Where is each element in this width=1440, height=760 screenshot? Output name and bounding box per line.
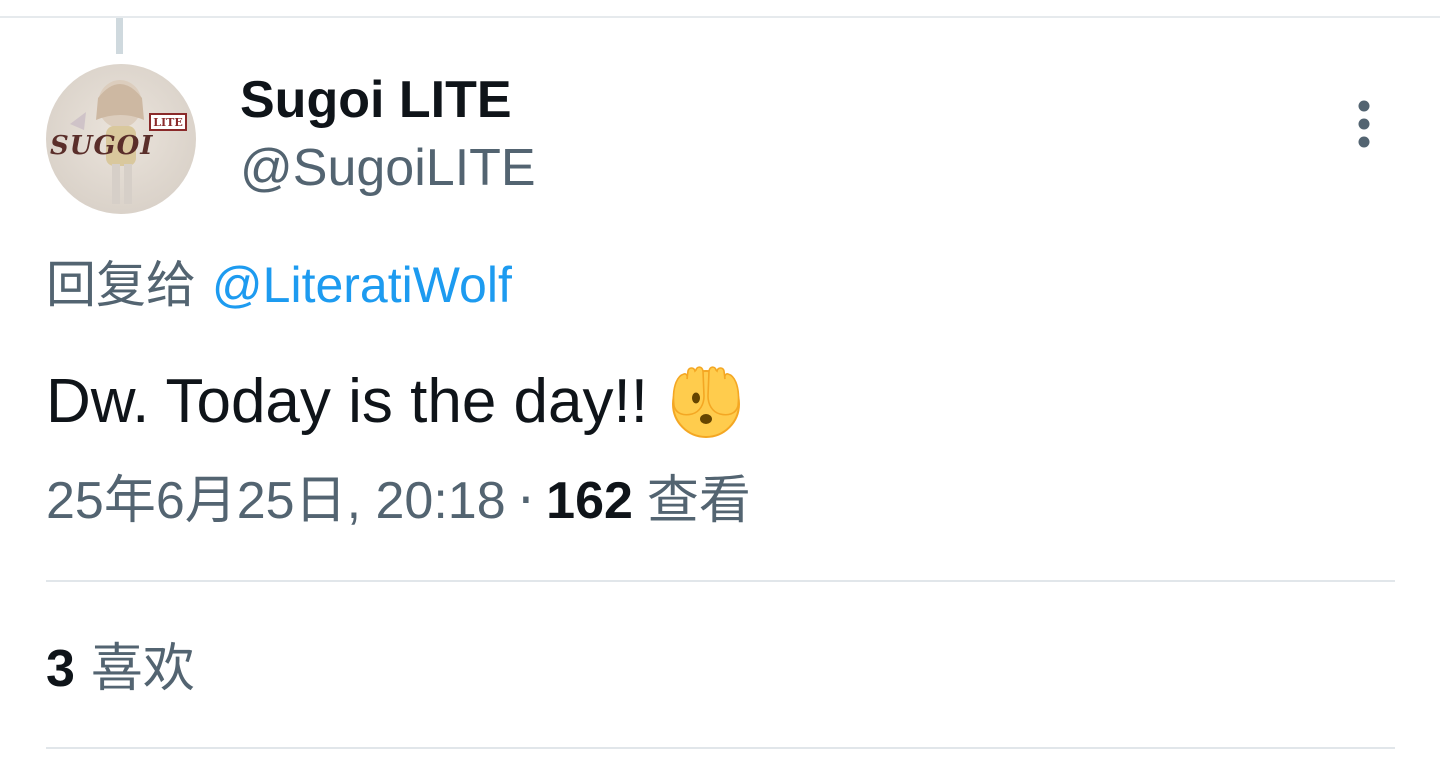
meta-separator: · bbox=[517, 471, 535, 531]
divider bbox=[46, 747, 1395, 749]
tweet-timestamp[interactable]: 25年6月25日, 20:18 bbox=[46, 472, 506, 530]
likes-label: 喜欢 bbox=[90, 639, 195, 699]
likes-count: 3 bbox=[46, 640, 75, 698]
thread-connector-line bbox=[116, 18, 123, 54]
avatar-badge-text: LITE bbox=[153, 116, 182, 129]
views-label: 查看 bbox=[646, 471, 751, 531]
views-count: 162 bbox=[546, 472, 633, 530]
avatar-logo-text: SUGOI bbox=[50, 131, 153, 161]
face-with-peeking-eye-icon bbox=[671, 366, 740, 438]
tweet-text: Dw. Today is the day!! bbox=[46, 367, 648, 436]
author-display-name[interactable]: Sugoi LITE bbox=[240, 70, 512, 130]
reply-prefix: 回复给 bbox=[46, 256, 196, 314]
reply-context: 回复给 @LiteratiWolf bbox=[46, 254, 512, 316]
avatar[interactable]: SUGOI LITE bbox=[46, 64, 196, 214]
reply-target-link[interactable]: @LiteratiWolf bbox=[212, 257, 512, 313]
likes-stat[interactable]: 3 喜欢 bbox=[46, 638, 195, 700]
author-handle[interactable]: @SugoiLITE bbox=[240, 138, 536, 198]
avatar-image: SUGOI LITE bbox=[46, 64, 196, 214]
divider bbox=[46, 580, 1395, 582]
tweet-meta: 25年6月25日, 20:18 · 162 查看 bbox=[46, 470, 751, 532]
more-options-button[interactable] bbox=[1340, 96, 1388, 152]
top-divider bbox=[0, 16, 1440, 18]
vertical-ellipsis-icon bbox=[1358, 100, 1370, 148]
tweet-body: Dw. Today is the day!! bbox=[46, 362, 746, 442]
